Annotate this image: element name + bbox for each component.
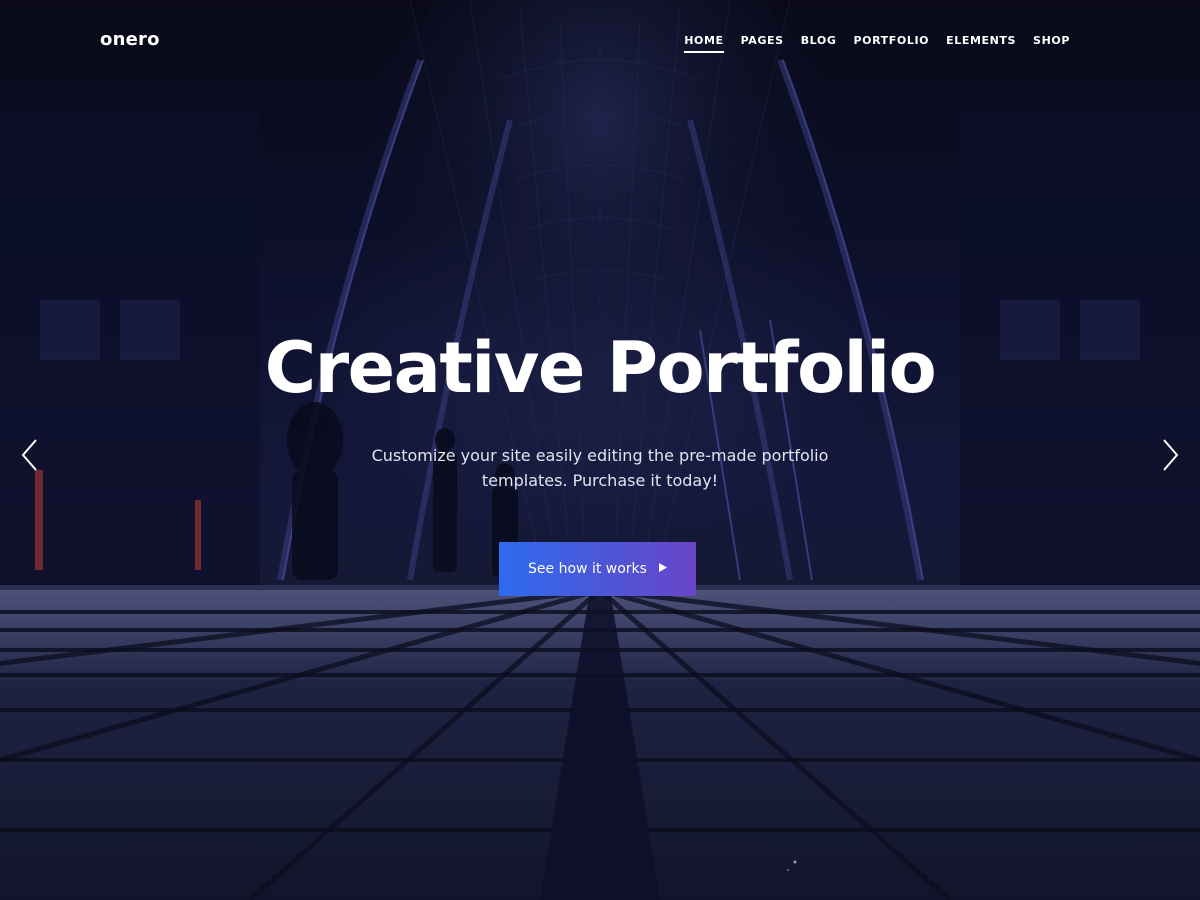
nav-item-home[interactable]: HOME [684, 34, 725, 53]
chevron-right-icon [1163, 439, 1179, 471]
chevron-left-icon [21, 439, 37, 471]
slider-prev-button[interactable] [17, 436, 43, 474]
nav-item-blog[interactable]: BLOG [801, 34, 837, 53]
nav-item-pages[interactable]: PAGES [741, 34, 784, 53]
main-nav: HOME PAGES BLOG PORTFOLIO ELEMENTS SHOP [684, 34, 1070, 53]
see-how-it-works-button[interactable]: See how it works [499, 542, 696, 596]
nav-item-portfolio[interactable]: PORTFOLIO [853, 34, 929, 53]
site-logo[interactable]: onero [100, 29, 160, 50]
hero-title: Creative Portfolio [264, 327, 937, 409]
nav-item-shop[interactable]: SHOP [1033, 34, 1070, 53]
cta-label: See how it works [528, 561, 647, 577]
nav-item-elements[interactable]: ELEMENTS [946, 34, 1016, 53]
slider-next-button[interactable] [1157, 436, 1183, 474]
hero-slider: onero HOME PAGES BLOG PORTFOLIO ELEMENTS… [0, 0, 1200, 900]
play-triangle-icon [658, 563, 667, 575]
hero-subtitle: Customize your site easily editing the p… [371, 446, 829, 490]
